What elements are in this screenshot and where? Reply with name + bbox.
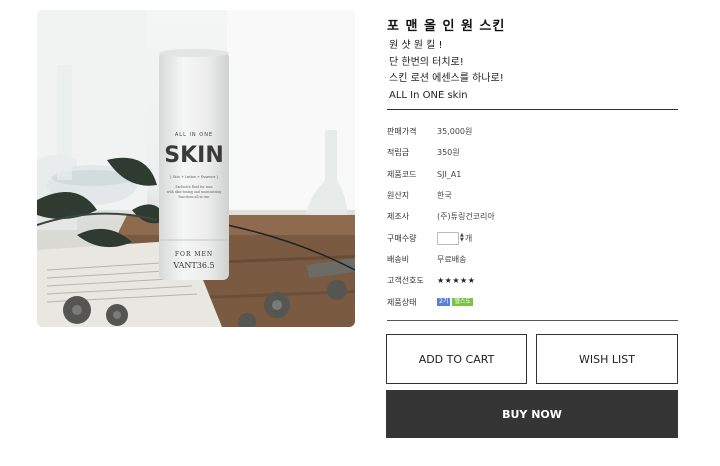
- spec-row-points: 적립금 350원: [387, 142, 678, 163]
- quantity-stepper[interactable]: ▲ ▼: [460, 233, 464, 243]
- points-value: 350원: [437, 148, 460, 158]
- bottle-fine-text-3: functions all in one: [179, 195, 210, 199]
- spec-label: 구매수량: [387, 233, 417, 243]
- quantity-input[interactable]: [437, 231, 459, 245]
- status-badge: 2기: [437, 298, 451, 307]
- spec-row-shipping: 배송비 무료배송: [387, 249, 678, 270]
- spec-label: 적립금: [387, 148, 410, 158]
- rating-stars: ★★★★★: [437, 276, 476, 286]
- spec-label: 원산지: [387, 191, 410, 201]
- spec-label: 고객선호도: [387, 276, 424, 286]
- bottle-sub-text: [ Skin + Lotion + Essence ]: [170, 175, 218, 179]
- bottle-for-men-text: FOR MEN: [175, 251, 213, 258]
- stepper-down-icon[interactable]: ▼: [460, 238, 464, 243]
- product-title: 포 맨 올 인 원 스킨: [387, 19, 506, 34]
- divider: [387, 109, 678, 110]
- bottle-fine-text-1: Exclusive fluid for men: [175, 185, 212, 189]
- description-line: 스킨 로션 에센스를 하나로!: [389, 73, 504, 84]
- spec-row-price: 판매가격 35,000원: [387, 121, 678, 142]
- buy-now-button[interactable]: BUY NOW: [386, 390, 678, 438]
- status-badges: 2기 헬스도: [437, 298, 475, 307]
- wish-list-button[interactable]: WISH LIST: [536, 334, 678, 384]
- bottle-brand-text: SKIN: [164, 143, 224, 168]
- divider: [387, 320, 678, 321]
- spec-label: 제조사: [387, 212, 410, 222]
- spec-label: 판매가격: [387, 127, 417, 137]
- product-code-value: SJI_A1: [437, 169, 462, 179]
- spec-label: 배송비: [387, 254, 410, 264]
- quantity-unit: 개: [464, 233, 473, 243]
- bottle-line1-text: ALL IN ONE: [175, 132, 213, 138]
- product-photo-illustration: ALL IN ONE SKIN [ Skin + Lotion + Essenc…: [37, 10, 355, 327]
- bottle-maker-text: VANT36.5: [172, 261, 214, 270]
- spec-row-maker: 제조사 (주)튜링건코리아: [387, 206, 678, 227]
- spec-row-code: 제품코드 SJI_A1: [387, 164, 678, 185]
- status-badge: 헬스도: [452, 298, 473, 307]
- spec-row-rating: 고객선호도 ★★★★★: [387, 270, 678, 291]
- description-line: 원 샷 원 킬 !: [389, 40, 443, 51]
- add-to-cart-button[interactable]: ADD TO CART: [386, 334, 527, 384]
- spec-row-status: 제품상태 2기 헬스도: [387, 291, 678, 312]
- maker-value: (주)튜링건코리아: [437, 212, 495, 222]
- description-line: 단 한번의 터치로!: [389, 56, 464, 68]
- bottle-fine-text-2: with skin-toning and moisturizing: [167, 190, 221, 194]
- spec-row-origin: 원산지 한국: [387, 185, 678, 206]
- spec-row-quantity: 구매수량 ▲ ▼ 개: [387, 227, 678, 248]
- product-description: 원 샷 원 킬 ! 단 한번의 터치로! 스킨 로션 에센스를 하나로! ALL…: [389, 38, 504, 104]
- shipping-value: 무료배송: [437, 254, 467, 264]
- spec-label: 제품코드: [387, 169, 417, 179]
- product-image: ALL IN ONE SKIN [ Skin + Lotion + Essenc…: [37, 10, 355, 327]
- description-line: ALL In ONE skin: [389, 89, 468, 101]
- spec-table: 판매가격 35,000원 적립금 350원 제품코드 SJI_A1 원산지 한국…: [387, 121, 678, 313]
- spec-label: 제품상태: [387, 297, 417, 307]
- quantity-control: ▲ ▼ 개: [437, 231, 473, 245]
- origin-value: 한국: [437, 191, 452, 201]
- price-value: 35,000원: [437, 127, 473, 137]
